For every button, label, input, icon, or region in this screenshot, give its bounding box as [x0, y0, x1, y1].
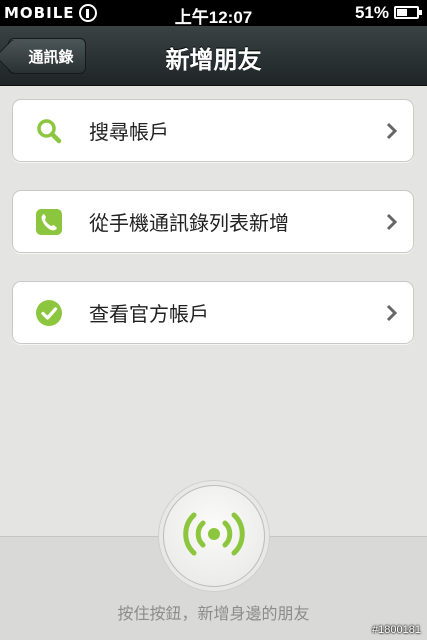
nearby-add-button[interactable]: [163, 485, 265, 587]
broadcast-icon: [181, 510, 247, 562]
page-title: 新增朋友: [165, 46, 262, 74]
nav-bar: 通訊錄 新增朋友: [0, 26, 427, 86]
watermark: #1800181: [372, 624, 421, 636]
status-bar: MOBILE 上午12:07 51%: [0, 0, 427, 27]
chevron-right-icon: [385, 212, 399, 232]
hint-text: 按住按鈕，新增身邊的朋友: [117, 604, 310, 623]
phone-icon: [35, 208, 63, 236]
chevron-right-icon: [385, 303, 399, 323]
chevron-right-icon: [385, 121, 399, 141]
menu-item-official-accounts[interactable]: 查看官方帳戶: [12, 281, 414, 344]
check-icon: [35, 299, 63, 327]
search-icon: [35, 117, 63, 145]
menu-item-label: 搜尋帳戶: [89, 120, 169, 144]
menu-item-add-from-contacts[interactable]: 從手機通訊錄列表新增: [12, 190, 414, 253]
menu-item-label: 從手機通訊錄列表新增: [89, 211, 289, 235]
menu-item-label: 查看官方帳戶: [89, 302, 209, 326]
battery-icon: [394, 6, 422, 19]
battery-percent: 51%: [354, 3, 389, 22]
menu-item-search-account[interactable]: 搜尋帳戶: [12, 99, 414, 162]
